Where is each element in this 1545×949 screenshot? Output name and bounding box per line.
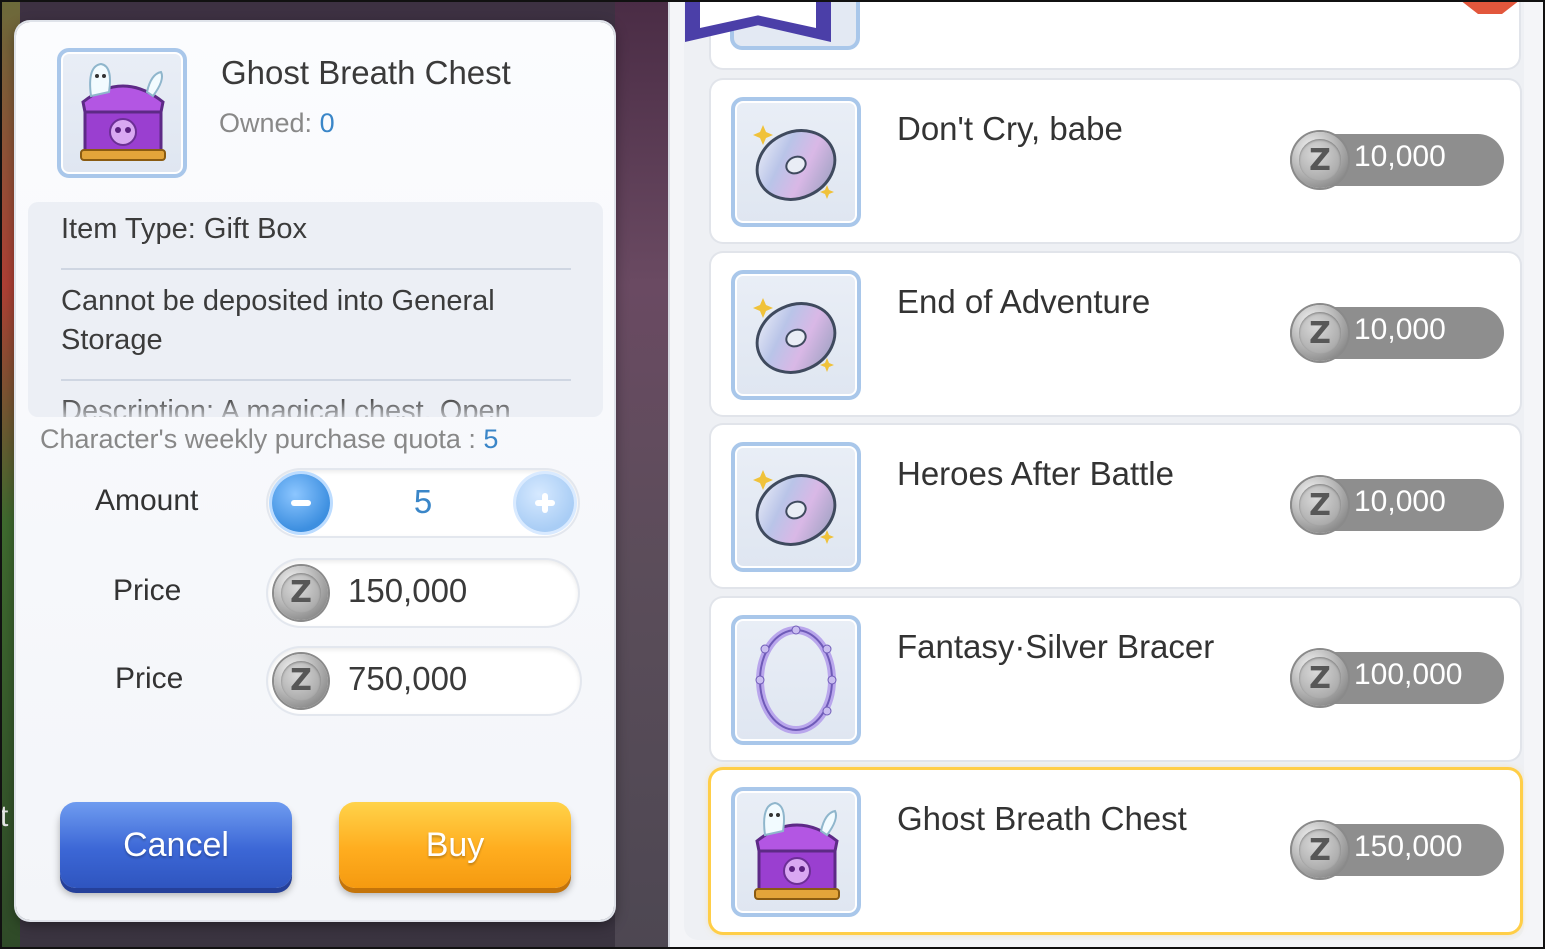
bracer-icon [755, 625, 837, 734]
unit-price-field: Z 150,000 [268, 560, 578, 626]
shop-item-row[interactable]: Fantasy·Silver Bracer Z 100,000 [711, 598, 1520, 760]
shop-item-price: Z 10,000 [1290, 305, 1504, 361]
amount-stepper: 5 [268, 470, 578, 536]
plus-icon [535, 493, 555, 513]
shop-item-price: Z 10,000 [1290, 477, 1504, 533]
total-price-label: Price [115, 662, 184, 695]
item-icon-frame [731, 270, 861, 400]
purchase-dialog: Ghost Breath Chest Owned: 0 Item Type: G… [16, 22, 614, 920]
item-icon-frame [731, 97, 861, 227]
shop-item-row[interactable]: Ghost Breath Chest Z 150,000 [711, 770, 1520, 932]
increase-amount-button[interactable] [516, 474, 574, 532]
shop-item-price: Z 150,000 [1290, 822, 1504, 878]
item-icon-frame [731, 442, 861, 572]
buy-button[interactable]: Buy [339, 802, 571, 888]
background-scene-strip [615, 0, 670, 949]
shop-item-name: Heroes After Battle [897, 455, 1174, 492]
shop-item-price: Z 100,000 [1290, 650, 1504, 706]
music-disc-icon [753, 470, 837, 546]
owned-value: 0 [319, 108, 335, 138]
shop-item-price-value: 150,000 [1354, 830, 1463, 863]
shop-item-row[interactable]: Heroes After Battle Z 10,000 [711, 425, 1520, 587]
shop-item-name: Fantasy·Silver Bracer [897, 628, 1215, 665]
item-type-text: Item Type: Gift Box [61, 213, 308, 245]
quota-value: 5 [483, 424, 499, 454]
total-price-field: Z 750,000 [268, 648, 580, 714]
shop-item-name: Don't Cry, babe [897, 110, 1123, 147]
shop-item-row[interactable]: Don't Cry, babe Z 10,000 [711, 80, 1520, 242]
amount-label: Amount [95, 484, 199, 517]
zeny-coin-icon: Z [1292, 822, 1348, 878]
owned-label: Owned: [219, 108, 320, 138]
zeny-coin-icon: Z [1292, 132, 1348, 188]
zeny-coin-icon: Z [1292, 477, 1348, 533]
shop-item-price-value: 100,000 [1354, 658, 1463, 691]
shop-item-name: Ghost Breath Chest [897, 800, 1187, 837]
shop-item-row[interactable]: End of Adventure Z 10,000 [711, 253, 1520, 415]
ghost-chest-icon [80, 62, 166, 161]
music-disc-icon [753, 125, 837, 201]
zeny-coin-icon: Z [274, 654, 328, 708]
quota-label: Character's weekly purchase quota : [40, 424, 484, 454]
shop-item-price-value: 10,000 [1354, 140, 1446, 173]
zeny-coin-icon: Z [274, 566, 328, 620]
ghost-chest-icon [754, 801, 840, 900]
shop-item-price: Z 10,000 [1290, 132, 1504, 188]
background-text-fragment: t [0, 800, 9, 833]
zeny-coin-icon: Z [1292, 305, 1348, 361]
item-icon-frame [731, 787, 861, 917]
storage-note-line-1: Cannot be deposited into General [61, 285, 495, 317]
shop-item-price-value: 10,000 [1354, 313, 1446, 346]
cancel-button[interactable]: Cancel [60, 802, 292, 888]
music-disc-icon [753, 298, 837, 374]
info-divider [61, 268, 571, 270]
shop-item-name: End of Adventure [897, 283, 1151, 320]
info-divider [61, 379, 571, 381]
unit-price-label: Price [113, 574, 182, 607]
dialog-item-title: Ghost Breath Chest [221, 54, 511, 91]
item-info-scroll[interactable]: Item Type: Gift Box Cannot be deposited … [28, 202, 603, 417]
storage-note-line-2: Storage [61, 324, 163, 356]
owned-count: Owned: 0 [219, 108, 335, 139]
unit-price-value: 150,000 [348, 572, 468, 609]
shop-item-price-value: 10,000 [1354, 485, 1446, 518]
item-icon-frame [57, 48, 187, 178]
info-fade [28, 397, 603, 417]
total-price-value: 750,000 [348, 660, 468, 697]
zeny-coin-icon: Z [1292, 650, 1348, 706]
item-icon-frame [731, 615, 861, 745]
weekly-quota: Character's weekly purchase quota : 5 [40, 424, 498, 455]
